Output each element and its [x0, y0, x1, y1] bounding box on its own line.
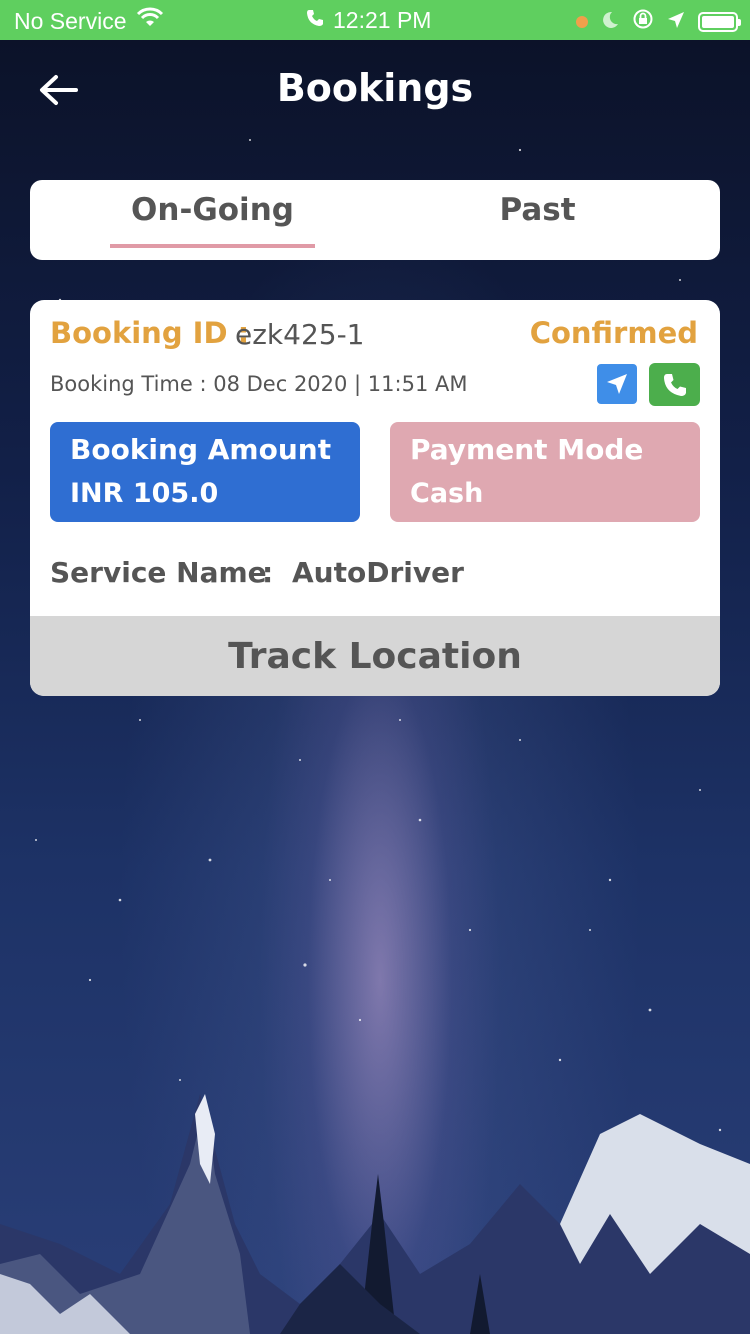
active-tab-indicator — [110, 244, 315, 248]
service-name-value: AutoDriver — [292, 556, 464, 589]
booking-amount-box: Booking Amount INR 105.0 — [50, 422, 360, 522]
mountains-decoration — [0, 1094, 750, 1334]
phone-icon — [305, 7, 325, 34]
orange-dot-icon — [576, 16, 588, 28]
rotation-lock-icon — [632, 8, 654, 36]
booking-card: Booking ID : ezk425-1 Confirmed Booking … — [30, 300, 720, 696]
tab-past[interactable]: Past — [435, 192, 640, 228]
booking-tabs: On-Going Past — [30, 180, 720, 260]
navigate-icon — [607, 374, 627, 394]
booking-id-value: ezk425-1 — [235, 318, 365, 351]
location-arrow-icon — [666, 9, 686, 36]
service-name-separator: : — [262, 556, 274, 589]
navigate-button[interactable] — [597, 364, 637, 404]
booking-amount-value: INR 105.0 — [70, 478, 219, 509]
payment-mode-title: Payment Mode — [410, 433, 644, 466]
clock-time: 12:21 PM — [333, 7, 432, 33]
payment-mode-box: Payment Mode Cash — [390, 422, 700, 522]
booking-status: Confirmed — [529, 316, 698, 350]
call-button[interactable] — [649, 363, 700, 406]
wifi-icon — [136, 7, 164, 35]
track-location-button[interactable]: Track Location — [30, 616, 720, 696]
booking-id-label: Booking ID : — [50, 316, 250, 350]
payment-mode-value: Cash — [410, 478, 484, 509]
status-bar: No Service 12:21 PM — [0, 0, 750, 40]
tab-on-going[interactable]: On-Going — [110, 192, 315, 228]
booking-time: Booking Time : 08 Dec 2020 | 11:51 AM — [50, 372, 468, 396]
carrier-text: No Service — [14, 7, 127, 34]
call-icon — [663, 373, 686, 396]
moon-icon — [600, 9, 620, 36]
service-name-label: Service Name — [50, 556, 267, 589]
booking-amount-title: Booking Amount — [70, 433, 332, 466]
battery-icon — [698, 12, 741, 32]
page-title: Bookings — [276, 66, 474, 110]
